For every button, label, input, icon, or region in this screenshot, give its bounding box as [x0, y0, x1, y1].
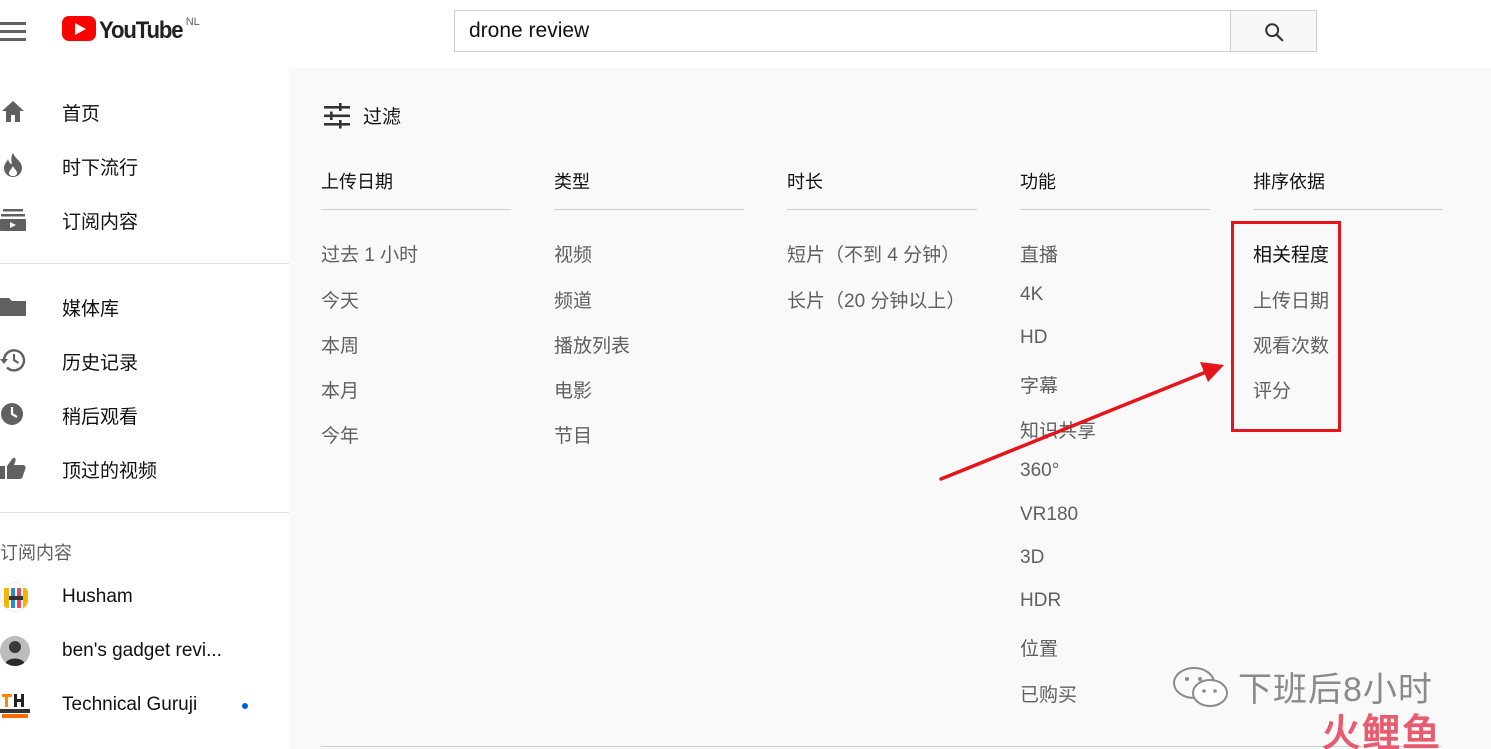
filter-option[interactable]: 本周	[321, 331, 359, 358]
filter-option[interactable]: 短片（不到 4 分钟）	[787, 240, 960, 267]
filter-option[interactable]: 字幕	[1020, 371, 1058, 398]
filter-option[interactable]: 今天	[321, 286, 359, 313]
clock-icon	[1, 403, 23, 425]
filter-option[interactable]: 播放列表	[554, 331, 630, 358]
masthead: YouTube NL	[0, 0, 1491, 68]
filter-option[interactable]: 频道	[554, 286, 592, 313]
column-divider	[787, 209, 977, 210]
avatar	[0, 690, 30, 720]
sidebar: 首页 时下流行 订阅内容 媒体库 历史记录 稍后观看 顶过的视频 订阅内容 Hu…	[0, 68, 289, 749]
sidebar-item-library[interactable]: 媒体库	[0, 281, 289, 331]
subscription-channel[interactable]: Husham	[0, 574, 289, 622]
watermark-brand: 火鲤鱼	[1322, 713, 1443, 749]
column-divider	[1020, 209, 1210, 210]
search-input[interactable]	[455, 11, 1231, 51]
filter-column-duration: 时长 短片（不到 4 分钟） 长片（20 分钟以上）	[787, 168, 977, 312]
filter-option[interactable]: HD	[1020, 327, 1047, 349]
filter-column-header: 排序依据	[1253, 172, 1325, 192]
search-icon	[1265, 23, 1284, 42]
filter-option[interactable]: 电影	[554, 376, 592, 403]
filter-option[interactable]: 已购买	[1020, 680, 1077, 707]
filter-option[interactable]: 直播	[1020, 240, 1058, 267]
sidebar-item-label: 稍后观看	[62, 407, 139, 428]
filter-column-header: 上传日期	[321, 172, 393, 192]
sidebar-item-label: 订阅内容	[62, 212, 139, 233]
filter-column-header: 功能	[1020, 172, 1056, 192]
sidebar-item-label: 历史记录	[62, 353, 139, 374]
channel-name: Husham	[62, 586, 133, 607]
menu-icon[interactable]	[0, 20, 28, 42]
filter-toggle-label: 过滤	[363, 107, 402, 128]
sidebar-item-watch-later[interactable]: 稍后观看	[0, 389, 289, 439]
subscription-channel[interactable]: Technical Guruji	[0, 682, 289, 730]
sidebar-item-label: 顶过的视频	[62, 461, 158, 482]
filter-toggle-button[interactable]: 过滤	[323, 102, 401, 129]
logo-text: YouTube	[99, 17, 184, 44]
filter-column-type: 类型 视频 频道 播放列表 电影 节目	[554, 168, 744, 447]
filter-column-header: 时长	[787, 172, 823, 192]
sidebar-item-liked-videos[interactable]: 顶过的视频	[0, 443, 289, 493]
filter-option[interactable]: 视频	[554, 240, 592, 267]
watermark: 下班后8小时 火鲤鱼	[1172, 662, 1472, 749]
home-icon	[2, 101, 24, 122]
sidebar-item-label: 首页	[62, 104, 101, 125]
filter-option[interactable]: 过去 1 小时	[321, 240, 418, 267]
filter-option[interactable]: 4K	[1020, 284, 1043, 306]
sidebar-item-home[interactable]: 首页	[0, 86, 289, 136]
avatar	[0, 636, 30, 666]
logo-country-code: NL	[185, 16, 200, 28]
column-divider	[554, 209, 744, 210]
filter-option[interactable]: 节目	[554, 421, 592, 448]
annotation-highlight-box	[1231, 221, 1341, 432]
filter-column-header: 类型	[554, 172, 590, 192]
avatar	[0, 582, 30, 612]
sidebar-item-history[interactable]: 历史记录	[0, 335, 289, 385]
filter-column-features: 功能 直播 4K HD 字幕 知识共享 360° VR180 3D HDR 位置…	[1020, 168, 1210, 706]
search-box	[454, 10, 1231, 52]
channel-name: Technical Guruji	[62, 694, 198, 715]
column-divider	[1253, 209, 1443, 210]
youtube-play-icon	[62, 16, 96, 41]
thumbs-up-icon	[0, 457, 26, 479]
filter-option[interactable]: 本月	[321, 376, 359, 403]
sidebar-item-subscriptions[interactable]: 订阅内容	[0, 194, 289, 244]
sidebar-item-trending[interactable]: 时下流行	[0, 140, 289, 190]
column-divider	[321, 209, 511, 210]
subscriptions-section-title: 订阅内容	[0, 543, 72, 563]
channel-name: ben's gadget revi...	[62, 640, 222, 661]
filter-option[interactable]: 3D	[1020, 547, 1044, 569]
search-button[interactable]	[1230, 10, 1317, 52]
subscriptions-icon	[0, 209, 26, 231]
filter-option[interactable]: 位置	[1020, 634, 1058, 661]
wechat-icon	[1173, 667, 1228, 707]
filter-column-sort-by: 排序依据 相关程度 上传日期 观看次数 评分	[1253, 168, 1443, 402]
filter-option[interactable]: 360°	[1020, 460, 1059, 482]
sidebar-divider	[0, 512, 289, 513]
sidebar-item-label: 时下流行	[62, 158, 139, 179]
filter-option[interactable]: 知识共享	[1020, 416, 1096, 443]
filter-option[interactable]: HDR	[1020, 590, 1061, 612]
youtube-logo[interactable]: YouTube NL	[62, 16, 200, 46]
tune-icon	[324, 102, 350, 128]
filter-column-upload-date: 上传日期 过去 1 小时 今天 本周 本月 今年	[321, 168, 511, 447]
filter-option[interactable]: VR180	[1020, 504, 1078, 526]
history-icon	[0, 349, 26, 372]
sidebar-divider	[0, 263, 289, 264]
sidebar-item-label: 媒体库	[62, 299, 120, 320]
folder-icon	[0, 298, 26, 316]
subscription-channel[interactable]: ben's gadget revi...	[0, 628, 289, 676]
filter-option[interactable]: 长片（20 分钟以上）	[787, 286, 965, 313]
filter-option[interactable]: 今年	[321, 421, 359, 448]
trending-icon	[4, 153, 22, 177]
page: YouTube NL 首页 时下流行	[0, 0, 1491, 749]
new-content-indicator	[242, 703, 248, 709]
